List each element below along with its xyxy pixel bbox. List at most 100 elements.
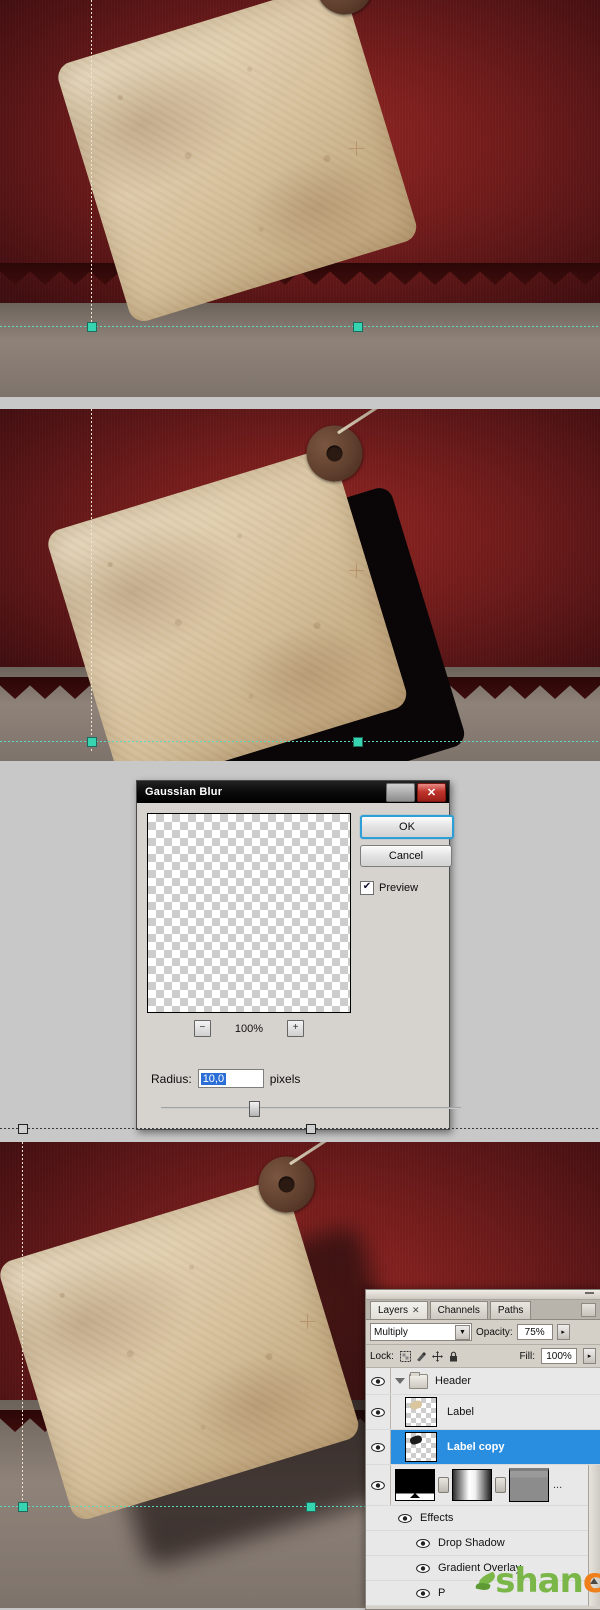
blend-opacity-row: Multiply ▼ Opacity: 75% ▸: [366, 1320, 600, 1345]
selection-handle[interactable]: [87, 322, 97, 332]
tab-channels[interactable]: Channels: [429, 1301, 488, 1319]
eye-icon: [398, 1513, 412, 1523]
tab-paths[interactable]: Paths: [489, 1301, 532, 1319]
radius-value: 10,0: [200, 1072, 227, 1085]
opacity-stepper-icon[interactable]: ▸: [556, 1324, 570, 1340]
lock-position-icon[interactable]: [431, 1350, 443, 1362]
effects-label: Effects: [420, 1512, 454, 1524]
dialog-window-buttons: ✕: [386, 783, 446, 802]
lock-image-pixels-icon[interactable]: [416, 1351, 427, 1362]
preview-checkbox-row[interactable]: ✔ Preview: [360, 881, 454, 895]
blend-mode-select[interactable]: Multiply ▼: [370, 1323, 472, 1341]
eye-icon: [371, 1376, 385, 1386]
layer-visibility-toggle[interactable]: [366, 1430, 391, 1464]
radius-input[interactable]: 10,0: [197, 1069, 264, 1088]
panel-menu-icon[interactable]: [581, 1303, 596, 1317]
close-icon[interactable]: ✕: [412, 1305, 420, 1316]
panel-gap-1: [0, 397, 600, 409]
slider-thumb[interactable]: [249, 1101, 260, 1117]
opacity-input[interactable]: 75%: [516, 1324, 553, 1340]
tab-layers-label: Layers: [378, 1305, 409, 1316]
screenshot-panel-1: [0, 0, 600, 397]
leaf-icon: [474, 1571, 499, 1595]
lock-icon-group: [399, 1350, 459, 1362]
lock-all-icon[interactable]: [448, 1351, 459, 1362]
dialog-title: Gaussian Blur: [145, 786, 223, 798]
radius-section: Radius: 10,0 pixels: [137, 1069, 461, 1129]
radius-row: Radius: 10,0 pixels: [147, 1069, 439, 1088]
layer-mask-gray[interactable]: [509, 1468, 549, 1502]
selection-handle[interactable]: [306, 1502, 316, 1512]
effects-visibility-toggle[interactable]: [366, 1506, 412, 1530]
layer-visibility-toggle[interactable]: [366, 1395, 391, 1429]
blur-preview-thumbnail[interactable]: [147, 813, 351, 1013]
preview-checkbox[interactable]: ✔: [360, 881, 374, 895]
radius-slider[interactable]: [161, 1101, 461, 1117]
grommet-hole: [324, 443, 345, 464]
folder-icon: [409, 1371, 428, 1389]
effect-visibility-toggle[interactable]: [366, 1581, 430, 1605]
effect-visibility-toggle[interactable]: [366, 1556, 430, 1580]
layer-mask-gradient[interactable]: [452, 1469, 492, 1501]
table-row[interactable]: Header: [366, 1368, 600, 1395]
fill-input[interactable]: 100%: [541, 1348, 577, 1364]
guide-vertical[interactable]: [22, 1142, 23, 1510]
lock-label: Lock:: [370, 1350, 394, 1362]
guide-horizontal-grey[interactable]: [0, 1128, 600, 1129]
center-crosshair-icon: [349, 563, 364, 578]
zoom-out-button[interactable]: −: [193, 1020, 211, 1037]
palette-grip[interactable]: [366, 1290, 600, 1300]
fill-stepper-icon[interactable]: ▸: [583, 1348, 596, 1364]
thumbnail-content: [409, 1434, 423, 1446]
chevron-down-icon[interactable]: [395, 1378, 405, 1384]
layer-visibility-toggle[interactable]: [366, 1465, 391, 1505]
link-icon[interactable]: [438, 1477, 449, 1493]
lock-transparent-pixels-icon[interactable]: [399, 1350, 411, 1362]
dialog-left-column: − 100% +: [147, 813, 351, 1037]
list-item[interactable]: Effects: [366, 1506, 600, 1531]
dialog-title-bar[interactable]: Gaussian Blur ✕: [137, 781, 449, 803]
layer-visibility-toggle[interactable]: [366, 1368, 391, 1394]
layer-indent: [391, 1395, 405, 1429]
selection-handle[interactable]: [87, 737, 97, 747]
fill-label: Fill:: [519, 1350, 535, 1362]
close-icon[interactable]: ✕: [417, 783, 446, 802]
selection-handle[interactable]: [18, 1124, 28, 1134]
radius-label: Radius:: [151, 1071, 192, 1086]
selection-handle[interactable]: [353, 322, 363, 332]
link-icon[interactable]: [495, 1477, 506, 1493]
lock-fill-row: Lock: Fill: 100% ▸: [366, 1345, 600, 1368]
watermark-text-green: shan: [495, 1560, 584, 1601]
layer-indent: [391, 1430, 405, 1464]
guide-vertical[interactable]: [91, 0, 92, 330]
cancel-button[interactable]: Cancel: [360, 845, 452, 867]
effect-visibility-toggle[interactable]: [366, 1531, 430, 1555]
guide-vertical[interactable]: [91, 409, 92, 753]
layer-thumbnail[interactable]: [405, 1432, 437, 1462]
table-row[interactable]: Label: [366, 1395, 600, 1430]
thumbnail-content: [409, 1399, 423, 1411]
tab-layers[interactable]: Layers ✕: [370, 1301, 428, 1319]
chevron-down-icon[interactable]: ▼: [455, 1324, 470, 1340]
selection-handle[interactable]: [18, 1502, 28, 1512]
table-row[interactable]: ...: [366, 1465, 600, 1506]
tag-body: [0, 1177, 363, 1524]
minimize-button[interactable]: [386, 783, 415, 802]
palette-collapse-icon[interactable]: [585, 1292, 594, 1294]
layer-thumbnail[interactable]: [405, 1397, 437, 1427]
selection-handle[interactable]: [353, 737, 363, 747]
radius-units-label: pixels: [269, 1071, 301, 1086]
eye-icon: [371, 1442, 385, 1452]
preview-checkbox-label: Preview: [379, 882, 419, 894]
dialog-body: − 100% + OK Cancel ✔ Preview: [137, 803, 454, 1047]
effect-label: P: [438, 1587, 446, 1599]
eye-icon: [416, 1538, 430, 1548]
table-row[interactable]: Label copy: [366, 1430, 600, 1465]
ok-button[interactable]: OK: [360, 815, 454, 839]
opacity-label: Opacity:: [476, 1326, 513, 1338]
list-item[interactable]: Drop Shadow: [366, 1531, 600, 1556]
overflow-ellipsis: ...: [553, 1479, 563, 1491]
layer-thumbnail-black[interactable]: [395, 1469, 435, 1501]
zoom-in-button[interactable]: +: [287, 1020, 305, 1037]
selection-handle[interactable]: [306, 1124, 316, 1134]
